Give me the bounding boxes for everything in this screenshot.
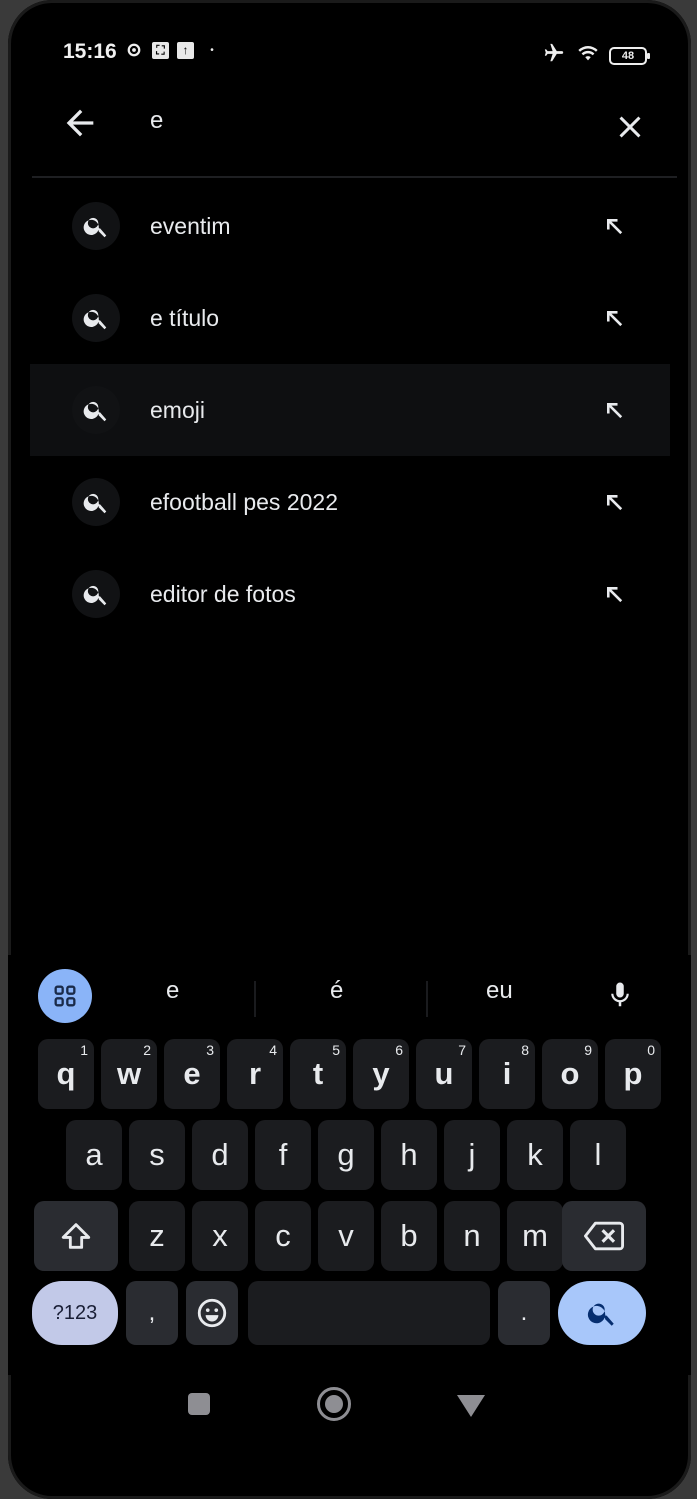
recents-icon[interactable] xyxy=(188,1393,210,1415)
key-y[interactable]: y6 xyxy=(353,1039,409,1109)
candidate-word[interactable]: é xyxy=(330,977,343,1005)
apps-grid-button[interactable] xyxy=(38,969,92,1023)
key-o[interactable]: o9 xyxy=(542,1039,598,1109)
emoji-key[interactable] xyxy=(186,1281,238,1345)
back-arrow-icon[interactable] xyxy=(60,103,100,143)
key-k[interactable]: k xyxy=(507,1120,563,1190)
candidate-separator xyxy=(426,981,428,1017)
space-key[interactable] xyxy=(248,1281,490,1345)
search-icon xyxy=(72,386,120,434)
key-s[interactable]: s xyxy=(129,1120,185,1190)
key-j[interactable]: j xyxy=(444,1120,500,1190)
status-bar: 15:16 ⛶ ↑ • 48 xyxy=(8,30,691,80)
suggestion-list: eventim e título emoji efootball pes 202… xyxy=(30,180,670,640)
fill-query-arrow-icon[interactable] xyxy=(600,488,628,516)
phone-screen: 15:16 ⛶ ↑ • 48 e eventim e título emoji … xyxy=(8,0,691,1499)
key-t[interactable]: t5 xyxy=(290,1039,346,1109)
key-h[interactable]: h xyxy=(381,1120,437,1190)
back-triangle-icon[interactable] xyxy=(457,1395,485,1417)
key-v[interactable]: v xyxy=(318,1201,374,1271)
search-input[interactable]: e xyxy=(150,107,163,135)
fill-query-arrow-icon[interactable] xyxy=(600,580,628,608)
suggestion-strip: e é eu xyxy=(8,963,691,1023)
search-icon xyxy=(72,478,120,526)
airplane-icon xyxy=(541,42,567,69)
suggestion-item[interactable]: emoji xyxy=(30,364,670,456)
search-icon xyxy=(72,570,120,618)
home-icon[interactable] xyxy=(317,1387,351,1421)
suggestion-item[interactable]: editor de fotos xyxy=(30,548,670,640)
fill-query-arrow-icon[interactable] xyxy=(600,396,628,424)
suggestion-label: eventim xyxy=(150,212,231,239)
key-a[interactable]: a xyxy=(66,1120,122,1190)
key-m[interactable]: m xyxy=(507,1201,563,1271)
divider xyxy=(32,176,677,178)
backspace-key[interactable] xyxy=(562,1201,646,1271)
status-time: 15:16 xyxy=(63,40,117,63)
candidate-separator xyxy=(254,981,256,1017)
search-icon xyxy=(72,294,120,342)
settings-icon xyxy=(124,40,144,60)
key-u[interactable]: u7 xyxy=(416,1039,472,1109)
period-key[interactable]: . xyxy=(498,1281,550,1345)
comma-key[interactable]: , xyxy=(126,1281,178,1345)
search-key[interactable] xyxy=(558,1281,646,1345)
photo-icon: ⛶ xyxy=(152,41,169,59)
suggestion-label: efootball pes 2022 xyxy=(150,488,338,515)
key-p[interactable]: p0 xyxy=(605,1039,661,1109)
search-icon xyxy=(72,202,120,250)
key-w[interactable]: w2 xyxy=(101,1039,157,1109)
emoji-icon xyxy=(197,1298,227,1328)
fill-query-arrow-icon[interactable] xyxy=(600,212,628,240)
key-b[interactable]: b xyxy=(381,1201,437,1271)
backspace-icon xyxy=(584,1221,624,1251)
key-e[interactable]: e3 xyxy=(164,1039,220,1109)
suggestion-label: emoji xyxy=(150,396,205,423)
key-r[interactable]: r4 xyxy=(227,1039,283,1109)
suggestion-item[interactable]: e título xyxy=(30,272,670,364)
wifi-icon xyxy=(575,42,601,69)
dot-icon: • xyxy=(210,44,214,56)
candidate-word[interactable]: e xyxy=(166,977,179,1005)
key-n[interactable]: n xyxy=(444,1201,500,1271)
suggestion-item[interactable]: eventim xyxy=(30,180,670,272)
key-d[interactable]: d xyxy=(192,1120,248,1190)
symbols-key[interactable]: ?123 xyxy=(32,1281,118,1345)
suggestion-item[interactable]: efootball pes 2022 xyxy=(30,456,670,548)
battery-icon: 48 xyxy=(609,46,650,65)
shift-key[interactable] xyxy=(34,1201,118,1271)
key-z[interactable]: z xyxy=(129,1201,185,1271)
key-l[interactable]: l xyxy=(570,1120,626,1190)
search-icon xyxy=(587,1303,614,1326)
microphone-icon[interactable] xyxy=(598,973,642,1017)
search-bar: e xyxy=(8,95,691,165)
app-icon: ↑ xyxy=(177,41,194,59)
suggestion-label: editor de fotos xyxy=(150,580,296,607)
keyboard: e é eu q1 w2 e3 r4 t5 y6 u7 i8 o9 p0 a s xyxy=(8,955,691,1375)
suggestion-label: e título xyxy=(150,304,220,331)
key-x[interactable]: x xyxy=(192,1201,248,1271)
shift-icon xyxy=(61,1223,91,1249)
navigation-bar xyxy=(8,1375,691,1435)
key-q[interactable]: q1 xyxy=(38,1039,94,1109)
key-g[interactable]: g xyxy=(318,1120,374,1190)
close-icon[interactable] xyxy=(612,109,648,145)
candidate-word[interactable]: eu xyxy=(486,977,513,1005)
key-f[interactable]: f xyxy=(255,1120,311,1190)
key-i[interactable]: i8 xyxy=(479,1039,535,1109)
fill-query-arrow-icon[interactable] xyxy=(600,304,628,332)
key-c[interactable]: c xyxy=(255,1201,311,1271)
